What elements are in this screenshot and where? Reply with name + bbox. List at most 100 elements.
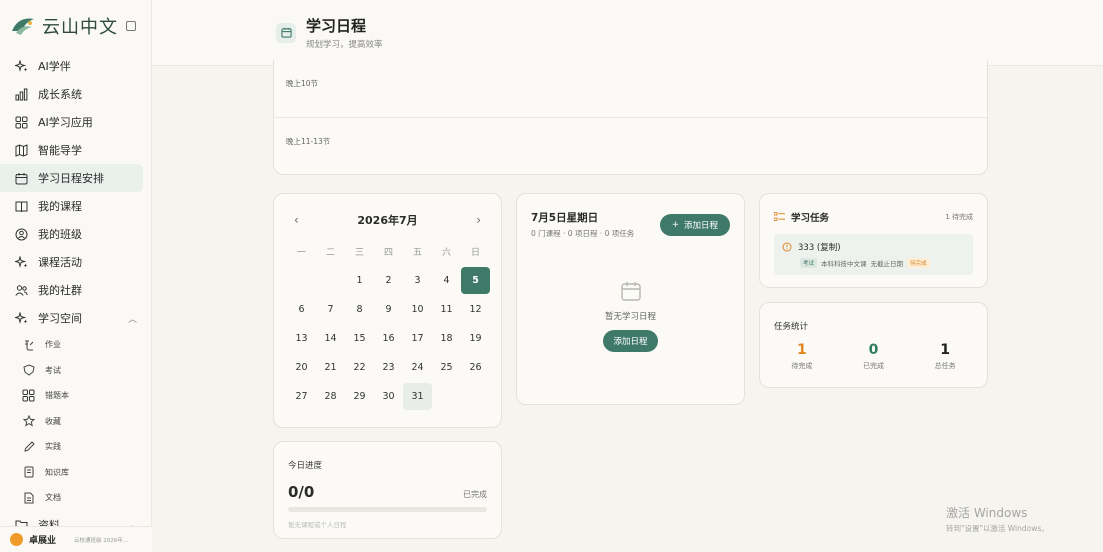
prev-month-icon[interactable]: ‹ [294,213,299,227]
calendar-day[interactable]: 24 [403,354,432,381]
sidebar-nav: AI学伴成长系统 AI学习应用智能导学学习日程安排我的课程 我的班级 课程活动 我的社群… [0,52,151,539]
task-course: 本科科技中文课 [821,260,867,268]
weekday-label: 二 [325,248,335,258]
weekday-label: 日 [470,248,480,258]
stats-title: 任务统计 [774,322,809,332]
calendar-day[interactable]: 28 [316,383,345,410]
calendar-day[interactable]: 26 [461,354,490,381]
sidebar-subitem[interactable]: 知识库 [0,460,151,486]
user-bar[interactable]: 卓展业 云校通班级 2026年... [0,526,152,552]
calendar-day[interactable]: 10 [403,296,432,323]
sidebar-subitem[interactable]: 实践 [0,434,151,460]
sidebar-item[interactable]: 成长系统 [0,80,151,108]
calendar-day[interactable]: 21 [316,354,345,381]
grid-icon [22,389,35,402]
calendar-card: ‹ 2026年7月 › 一二三四五六日 1 2 3 4 5 6 7 8 9 10 11 12 13 14 15… [273,193,502,428]
star-icon [22,415,35,428]
chevron-up-icon[interactable]: ︿ [128,312,137,325]
sidebar-collapse-icon[interactable] [126,21,136,31]
weekday-label: 四 [383,248,393,258]
homework-icon [22,338,35,351]
document-icon [22,491,35,504]
sidebar-item-label: 智能导学 [38,144,82,157]
calendar-blank [287,267,316,294]
sidebar-subitem[interactable]: 文档 [0,485,151,511]
calendar-day[interactable]: 11 [432,296,461,323]
calendar-day[interactable]: 27 [287,383,316,410]
task-type-tag: 考试 [800,258,818,268]
sidebar-subitem[interactable]: 收藏 [0,409,151,435]
bar-chart-icon [14,87,28,101]
logo-icon [12,18,34,35]
sidebar-subitem-label: 实践 [45,442,61,452]
empty-calendar-icon [620,282,641,301]
sidebar-item-label: 成长系统 [38,88,82,101]
sidebar-item[interactable]: 学习日程安排 [0,164,143,192]
progress-count: 0/0 [288,483,315,501]
sidebar-item[interactable]: 我的社群 [0,276,151,304]
calendar-day[interactable]: 7 [316,296,345,323]
task-list-icon [774,212,785,221]
sparkle-icon [14,311,28,325]
calendar-day[interactable]: 20 [287,354,316,381]
calendar-day[interactable]: 23 [374,354,403,381]
calendar-day[interactable]: 9 [374,296,403,323]
sidebar-item[interactable]: 我的课程 [0,192,151,220]
calendar-day[interactable]: 1 [345,267,374,294]
next-month-icon[interactable]: › [476,213,481,227]
sidebar-item[interactable]: 课程活动 [0,248,151,276]
stat-item: 1 待完成 [772,342,832,371]
tasks-count: 1 待完成 [945,213,973,221]
calendar-day[interactable]: 2 [374,267,403,294]
calendar-day[interactable]: 16 [374,325,403,352]
calendar-day[interactable]: 13 [287,325,316,352]
calendar-day[interactable]: 29 [345,383,374,410]
task-item[interactable]: 333 (复制) 考试 本科科技中文课 无截止日期 待完成 [774,234,973,275]
calendar-day[interactable]: 19 [461,325,490,352]
calendar-day[interactable]: 6 [287,296,316,323]
brand[interactable]: 云山中文 [0,0,151,52]
sidebar-item[interactable]: 我的班级 [0,220,151,248]
sparkle-icon [14,59,28,73]
sidebar-item-label: 学习日程安排 [38,172,104,185]
page-subtitle: 规划学习，提高效率 [306,40,383,50]
empty-state: 暂无学习日程 添加日程 [517,280,744,352]
calendar-day[interactable]: 4 [432,267,461,294]
sidebar-subitem[interactable]: 错题本 [0,383,151,409]
add-schedule-button[interactable]: + 添加日程 [659,214,730,236]
sidebar-item[interactable]: AI学习应用 [0,108,151,136]
grid-icon [14,115,28,129]
calendar-day[interactable]: 18 [432,325,461,352]
timeline-card: 晚上10节 晚上11-13节 [273,60,988,175]
calendar-day[interactable]: 30 [374,383,403,410]
calendar-day[interactable]: 31 [403,383,432,410]
task-deadline: 无截止日期 [870,260,904,268]
calendar-day[interactable]: 12 [461,296,490,323]
plus-icon: + [671,220,679,230]
weekday-label: 五 [412,248,422,258]
calendar-day[interactable]: 3 [403,267,432,294]
calendar-day[interactable]: 14 [316,325,345,352]
sidebar-item[interactable]: AI学伴 [0,52,151,80]
calendar-day[interactable]: 17 [403,325,432,352]
time-slot-label: 晚上11-13节 [286,137,331,146]
calendar-day[interactable]: 15 [345,325,374,352]
users-icon [14,283,28,297]
weekday-label: 一 [296,248,306,258]
sidebar-subitem[interactable]: 考试 [0,358,151,384]
sidebar-subitem[interactable]: 作业 [0,332,151,358]
calendar-day[interactable]: 25 [432,354,461,381]
calendar-day[interactable]: 8 [345,296,374,323]
time-slot[interactable]: 晚上11-13节 [274,117,987,174]
sidebar-subitem-label: 文档 [45,493,61,503]
weekday-label: 三 [354,248,364,258]
sidebar-item[interactable]: 学习空间 ︿ [0,304,151,332]
empty-add-schedule-button[interactable]: 添加日程 [603,330,658,352]
calendar-day[interactable]: 5 [461,267,490,294]
stats-card: 任务统计 1 待完成 0 已完成 1 总任务 [759,302,988,388]
progress-note: 暂无课程或个人日程 [288,521,347,529]
sidebar-item[interactable]: 智能导学 [0,136,151,164]
progress-status: 已完成 [463,490,487,499]
calendar-day[interactable]: 22 [345,354,374,381]
time-slot[interactable]: 晚上10节 [274,60,987,117]
